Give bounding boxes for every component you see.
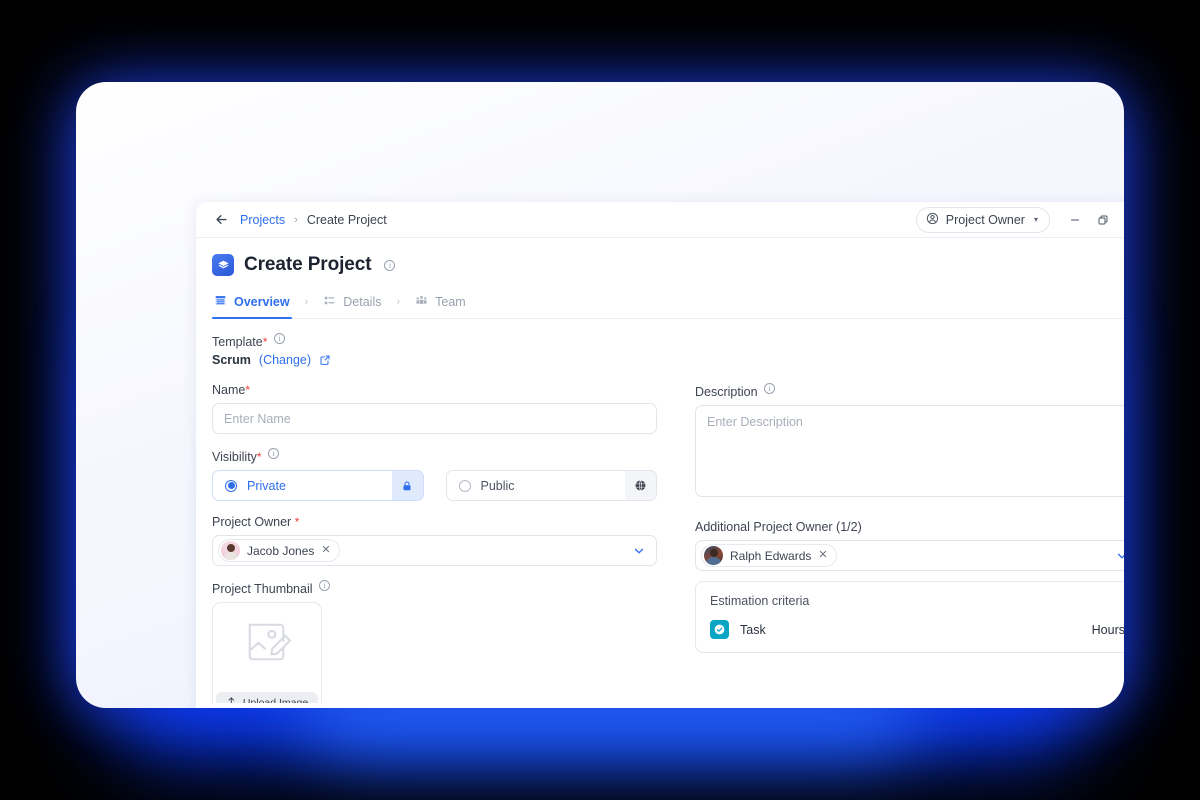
page-title: Create Project <box>244 254 372 275</box>
app-window: Projects › Create Project Project Owner … <box>76 82 1124 708</box>
info-icon[interactable]: i <box>268 448 280 460</box>
description-label: Description i <box>695 383 1124 399</box>
estimation-criteria-card: Estimation criteria Task Hours <box>695 581 1124 654</box>
description-textarea[interactable] <box>695 405 1124 498</box>
user-circle-icon <box>926 212 939 228</box>
owner-chip-name: Jacob Jones <box>247 543 315 558</box>
info-icon[interactable]: i <box>764 383 776 395</box>
owner-chip-jacob-jones: Jacob Jones ✕ <box>218 539 340 563</box>
restore-button[interactable] <box>1090 207 1116 233</box>
tab-team-label: Team <box>435 295 466 309</box>
owner-chip-ralph-edwards: Ralph Edwards ✕ <box>701 544 837 568</box>
external-link-icon[interactable] <box>319 354 331 366</box>
radio-private[interactable] <box>225 479 237 492</box>
screen-background: Projects › Create Project Project Owner … <box>0 0 1200 800</box>
chevron-down-icon[interactable] <box>632 544 646 558</box>
estimation-row: Task Hours <box>710 620 1124 640</box>
visibility-option-private[interactable]: Private <box>212 470 424 502</box>
additional-owner-select[interactable]: Ralph Edwards ✕ <box>695 540 1124 572</box>
thumbnail-label: Project Thumbnail i <box>212 580 657 596</box>
additional-owner-label: Additional Project Owner (1/2) <box>695 520 862 535</box>
estimation-row-name: Task <box>740 622 766 637</box>
radio-public[interactable] <box>458 479 471 492</box>
image-edit-icon <box>242 619 292 670</box>
create-project-panel: Projects › Create Project Project Owner … <box>196 202 1124 708</box>
visibility-label: Visibility* i <box>212 448 657 464</box>
template-field: Template* i Scrum (Change) <box>212 333 1124 367</box>
globe-icon <box>625 471 656 501</box>
remove-chip-icon[interactable]: ✕ <box>321 545 330 556</box>
close-button[interactable] <box>1118 207 1124 233</box>
tab-separator-1: › <box>304 296 309 308</box>
people-icon <box>415 294 428 310</box>
breadcrumb-projects-link[interactable]: Projects <box>240 213 285 227</box>
project-owner-label: Project Owner * <box>212 515 300 530</box>
tab-details[interactable]: Details <box>321 288 383 318</box>
visibility-public-main[interactable]: Public <box>447 471 626 500</box>
info-icon[interactable]: i <box>273 333 285 344</box>
template-value-row: Scrum (Change) <box>212 353 1124 367</box>
list-icon <box>323 294 336 310</box>
visibility-private-main[interactable]: Private <box>213 471 392 500</box>
layers-icon <box>212 254 234 276</box>
template-change-link[interactable]: (Change) <box>259 353 311 367</box>
form-footer: Cancel Save & Continue <box>196 703 1124 708</box>
visibility-private-label: Private <box>247 478 286 493</box>
thumbnail-dropzone[interactable]: Upload Image <box>212 602 322 708</box>
owner-chip-name: Ralph Edwards <box>730 548 812 563</box>
arrow-left-icon[interactable] <box>212 211 230 229</box>
tab-details-label: Details <box>343 295 382 309</box>
template-value: Scrum <box>212 353 251 368</box>
form-body: Template* i Scrum (Change) Name* Enter N… <box>196 319 1124 708</box>
name-input[interactable] <box>212 403 657 435</box>
page-header: Create Project i <box>196 238 1124 276</box>
estimation-criteria-title: Estimation criteria <box>710 594 810 609</box>
template-label: Template* i <box>212 333 285 349</box>
avatar <box>704 546 723 566</box>
visibility-options: Private Public <box>212 470 657 502</box>
project-owner-dropdown[interactable]: Project Owner ▾ <box>915 206 1050 233</box>
breadcrumb-current: Create Project <box>306 212 387 227</box>
name-label: Name* <box>212 383 251 398</box>
breadcrumb-separator: › <box>294 213 298 226</box>
info-icon[interactable]: i <box>319 580 330 592</box>
form-column-left: Name* Visibility* i Private <box>212 383 657 708</box>
window-controls-group: Project Owner ▾ <box>915 206 1124 233</box>
wizard-tabs: Overview › Details › Team <box>212 288 1124 319</box>
form-column-right: Description i Additional Project Owner (… <box>695 383 1124 708</box>
project-owner-dropdown-label: Project Owner <box>945 212 1025 227</box>
task-check-icon <box>710 620 729 640</box>
tab-team[interactable]: Team <box>413 288 468 318</box>
chevron-down-icon[interactable] <box>1115 549 1124 563</box>
visibility-option-public[interactable]: Public <box>445 470 657 502</box>
estimation-row-unit: Hours <box>1091 622 1124 637</box>
tab-overview-label: Overview <box>234 295 290 309</box>
visibility-public-label: Public <box>480 478 515 493</box>
lock-icon <box>391 471 423 501</box>
info-icon[interactable]: i <box>384 259 396 271</box>
project-owner-select[interactable]: Jacob Jones ✕ <box>212 535 657 567</box>
tab-overview[interactable]: Overview <box>212 288 292 319</box>
tab-separator-2: › <box>396 296 401 308</box>
table-icon <box>214 294 227 310</box>
remove-chip-icon[interactable]: ✕ <box>818 550 827 561</box>
chevron-down-icon: ▾ <box>1033 215 1038 224</box>
minimize-button[interactable] <box>1062 207 1088 233</box>
window-topbar: Projects › Create Project Project Owner … <box>196 202 1124 238</box>
avatar <box>221 541 240 561</box>
